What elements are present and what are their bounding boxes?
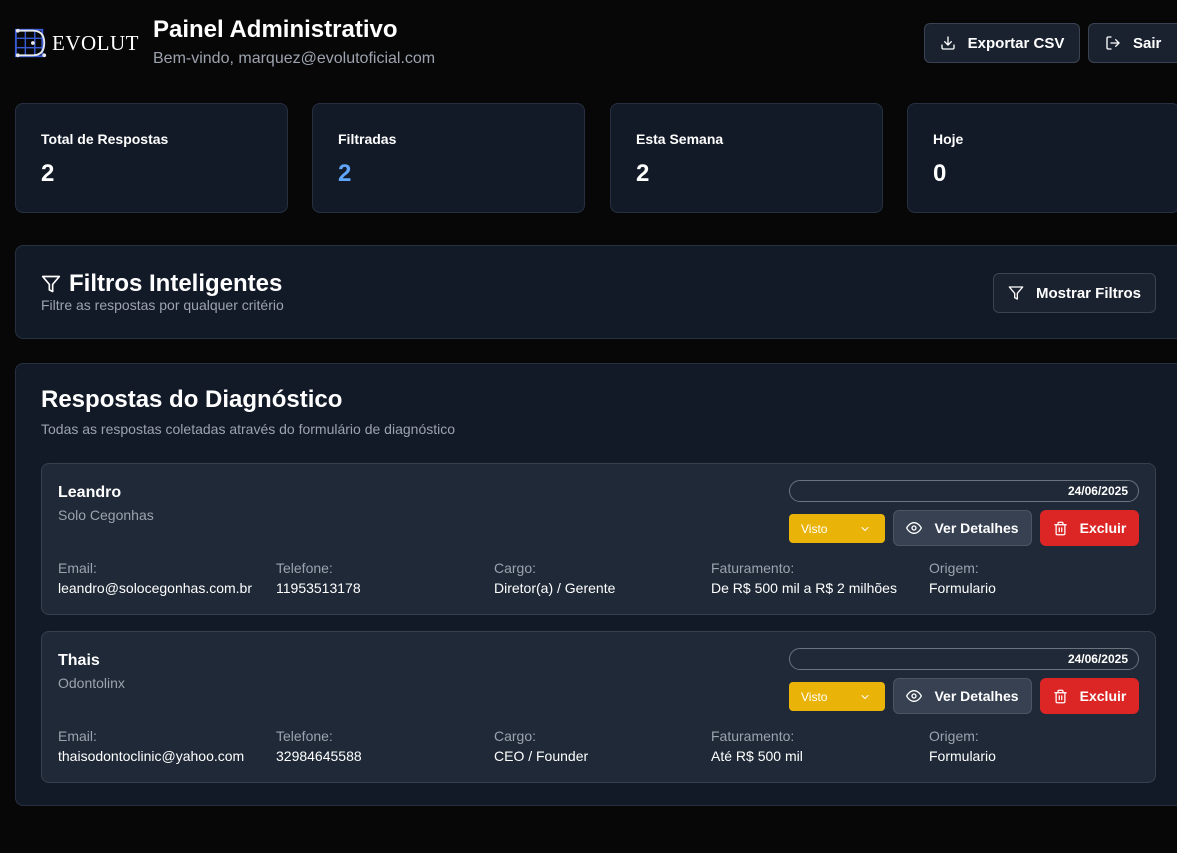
chevron-down-icon (861, 694, 869, 699)
role-value: CEO / Founder (494, 748, 589, 764)
filter-icon (1008, 286, 1024, 300)
filters-heading: Filtros Inteligentes (41, 270, 282, 298)
status-value: Visto (801, 689, 828, 704)
email-value: thaisodontoclinic@yahoo.com (58, 748, 245, 764)
respondent-company: Solo Cegonhas (58, 507, 154, 523)
origin-field: Origem: Formulario (929, 560, 996, 596)
filters-subtitle: Filtre as respostas por qualquer critéri… (41, 297, 284, 313)
role-label: Cargo: (494, 728, 537, 744)
show-filters-label: Mostrar Filtros (1035, 284, 1141, 302)
origin-value: Formulario (929, 748, 996, 764)
origin-value: Formulario (929, 580, 996, 596)
response-card: Thais Odontolinx 24/06/2025 Visto Ver De… (41, 631, 1156, 783)
logo-text: EVOLUT (52, 30, 139, 55)
response-card: Leandro Solo Cegonhas 24/06/2025 Visto V… (41, 463, 1156, 615)
role-label: Cargo: (494, 560, 537, 576)
delete-button[interactable]: Excluir (1040, 678, 1139, 714)
stat-label: Esta Semana (636, 131, 724, 147)
export-csv-label: Exportar CSV (967, 34, 1065, 52)
role-field: Cargo: Diretor(a) / Gerente (494, 560, 615, 596)
stat-label: Hoje (933, 131, 964, 147)
stat-label: Total de Respostas (41, 131, 169, 147)
logout-icon (1106, 36, 1120, 50)
revenue-value: Até R$ 500 mil (711, 748, 803, 764)
download-icon (940, 36, 955, 50)
origin-label: Origem: (929, 560, 979, 576)
phone-label: Telefone: (276, 560, 333, 576)
view-details-label: Ver Detalhes (934, 520, 1019, 536)
email-field: Email: thaisodontoclinic@yahoo.com (58, 728, 244, 764)
revenue-field: Faturamento: De R$ 500 mil a R$ 2 milhõe… (711, 560, 897, 596)
origin-label: Origem: (929, 728, 979, 744)
revenue-field: Faturamento: Até R$ 500 mil (711, 728, 803, 764)
view-details-button[interactable]: Ver Detalhes (893, 510, 1032, 546)
revenue-label: Faturamento: (711, 560, 795, 576)
stat-card-today: Hoje 0 (907, 103, 1177, 213)
status-select[interactable]: Visto (789, 514, 885, 543)
filters-title: Filtros Inteligentes (69, 270, 283, 297)
stat-value: 0 (933, 160, 947, 187)
view-details-label: Ver Detalhes (934, 688, 1019, 704)
date-badge: 24/06/2025 (789, 480, 1139, 502)
stat-value: 2 (41, 160, 55, 187)
trash-icon (1053, 521, 1067, 535)
trash-icon (1053, 689, 1067, 703)
phone-value: 32984645588 (276, 748, 362, 764)
stat-label: Filtradas (338, 131, 397, 147)
delete-label: Excluir (1079, 688, 1127, 704)
revenue-label: Faturamento: (711, 728, 795, 744)
phone-value: 11953513178 (276, 580, 361, 596)
stat-card-week: Esta Semana 2 (610, 103, 883, 213)
origin-field: Origem: Formulario (929, 728, 996, 764)
respondent-name: Leandro (58, 484, 122, 501)
stat-value: 2 (636, 160, 650, 187)
stat-card-total: Total de Respostas 2 (15, 103, 288, 213)
status-select[interactable]: Visto (789, 682, 885, 711)
email-label: Email: (58, 728, 97, 744)
role-field: Cargo: CEO / Founder (494, 728, 588, 764)
phone-field: Telefone: 11953513178 (276, 560, 361, 596)
responses-title: Respostas do Diagnóstico (41, 386, 343, 413)
respondent-name: Thais (58, 652, 100, 669)
respondent-company: Odontolinx (58, 675, 125, 691)
filters-panel: Filtros Inteligentes Filtre as respostas… (15, 245, 1177, 339)
evolut-logo: EVOLUT (14, 26, 139, 60)
email-value: leandro@solocegonhas.com.br (58, 580, 252, 596)
eye-icon (906, 521, 923, 535)
eye-icon (906, 689, 923, 703)
responses-subtitle: Todas as respostas coletadas através do … (41, 421, 456, 437)
filter-icon (41, 275, 61, 293)
export-csv-button[interactable]: Exportar CSV (924, 23, 1080, 63)
phone-label: Telefone: (276, 728, 333, 744)
role-value: Diretor(a) / Gerente (494, 580, 616, 596)
chevron-down-icon (861, 526, 869, 531)
revenue-value: De R$ 500 mil a R$ 2 milhões (711, 580, 897, 596)
phone-field: Telefone: 32984645588 (276, 728, 362, 764)
status-value: Visto (801, 521, 828, 536)
delete-button[interactable]: Excluir (1040, 510, 1139, 546)
logout-label: Sair (1133, 34, 1162, 52)
logout-button[interactable]: Sair (1088, 23, 1177, 63)
stat-card-filtered: Filtradas 2 (312, 103, 585, 213)
email-label: Email: (58, 560, 97, 576)
show-filters-button[interactable]: Mostrar Filtros (993, 273, 1156, 313)
logo-mark-icon (14, 28, 47, 58)
welcome-text: Bem-vindo, marquez@evolutoficial.com (153, 50, 436, 67)
date-badge: 24/06/2025 (789, 648, 1139, 670)
responses-panel: Respostas do Diagnóstico Todas as respos… (15, 363, 1177, 806)
stat-value: 2 (338, 160, 352, 187)
delete-label: Excluir (1079, 520, 1127, 536)
email-field: Email: leandro@solocegonhas.com.br (58, 560, 252, 596)
view-details-button[interactable]: Ver Detalhes (893, 678, 1032, 714)
page-title: Painel Administrativo (153, 16, 398, 43)
